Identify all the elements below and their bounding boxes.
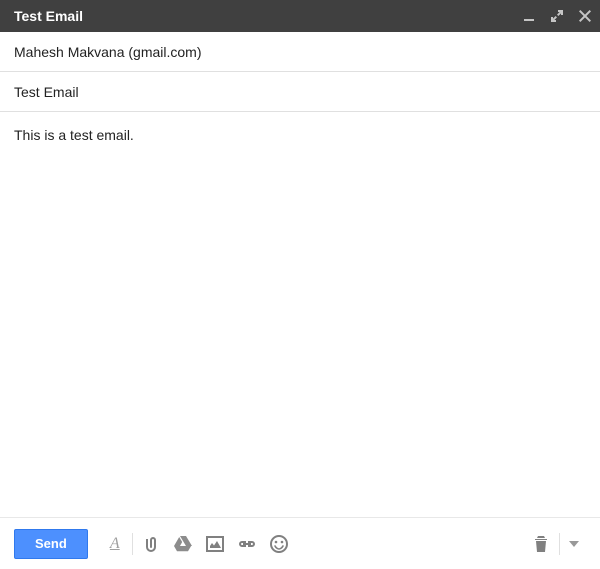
insert-emoji-icon[interactable]: [263, 529, 295, 559]
expand-icon[interactable]: [550, 9, 564, 23]
discard-icon[interactable]: [525, 529, 557, 559]
more-options-icon[interactable]: [562, 529, 586, 559]
close-icon[interactable]: [578, 9, 592, 23]
body-text: This is a test email.: [14, 127, 134, 143]
minimize-icon[interactable]: [522, 9, 536, 23]
compose-title: Test Email: [14, 8, 522, 24]
recipients-field[interactable]: Mahesh Makvana (gmail.com): [0, 32, 600, 72]
toolbar-divider: [132, 533, 133, 555]
subject-value: Test Email: [14, 84, 79, 100]
insert-link-icon[interactable]: [231, 529, 263, 559]
subject-field[interactable]: Test Email: [0, 72, 600, 112]
insert-photo-icon[interactable]: [199, 529, 231, 559]
recipients-value: Mahesh Makvana (gmail.com): [14, 44, 202, 60]
formatting-icon[interactable]: A: [100, 529, 130, 559]
compose-header: Test Email: [0, 0, 600, 32]
compose-toolbar: Send A: [0, 517, 600, 569]
window-controls: [522, 9, 592, 23]
attachment-icon[interactable]: [135, 529, 167, 559]
email-body[interactable]: This is a test email.: [0, 112, 600, 517]
send-button[interactable]: Send: [14, 529, 88, 559]
toolbar-divider: [559, 533, 560, 555]
drive-icon[interactable]: [167, 529, 199, 559]
